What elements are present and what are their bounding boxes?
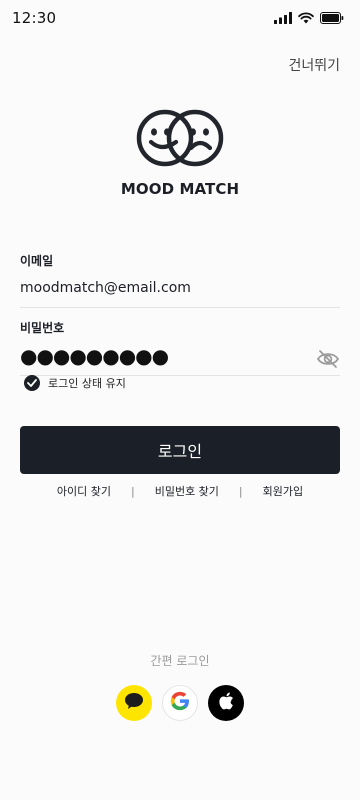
social-login-row: [0, 685, 360, 721]
checkmark-icon: [24, 375, 40, 391]
link-separator: |: [238, 484, 243, 498]
remember-login-label: 로그인 상태 유지: [48, 377, 126, 390]
email-field-group: 이메일: [20, 252, 340, 308]
status-icons: [274, 12, 344, 24]
brand-name: MOOD MATCH: [120, 180, 240, 198]
email-underline: [20, 307, 340, 308]
link-separator: |: [130, 484, 135, 498]
status-time: 12:30: [12, 9, 57, 27]
email-label: 이메일: [20, 254, 54, 268]
brand-logo: MOOD MATCH: [0, 108, 360, 198]
apple-icon: [218, 692, 234, 714]
find-password-link[interactable]: 비밀번호 찾기: [155, 483, 219, 499]
wifi-icon: [298, 12, 314, 24]
easy-login-label: 간편 로그인: [150, 654, 210, 668]
battery-icon: [320, 12, 344, 24]
sign-up-link[interactable]: 회원가입: [263, 483, 303, 499]
remember-login-checkbox[interactable]: 로그인 상태 유지: [24, 375, 126, 391]
signal-icon: [274, 12, 292, 24]
status-bar: 12:30: [0, 0, 360, 36]
account-links: 아이디 찾기 | 비밀번호 찾기 | 회원가입: [0, 483, 360, 499]
password-label: 비밀번호: [20, 321, 65, 335]
password-field[interactable]: ●●●●●●●●●: [20, 344, 340, 373]
email-field[interactable]: [20, 278, 340, 298]
skip-button[interactable]: 건너뛰기: [288, 55, 340, 75]
apple-login-button[interactable]: [208, 685, 244, 721]
kakao-icon: [124, 692, 144, 714]
password-value: ●●●●●●●●●: [20, 344, 169, 368]
kakao-login-button[interactable]: [116, 685, 152, 721]
login-button[interactable]: 로그인: [20, 426, 340, 474]
mood-faces-logo-icon: [136, 108, 224, 172]
google-icon: [169, 690, 191, 716]
eye-off-icon[interactable]: [316, 349, 340, 373]
google-login-button[interactable]: [162, 685, 198, 721]
find-id-link[interactable]: 아이디 찾기: [57, 483, 111, 499]
password-field-group: 비밀번호 ●●●●●●●●●: [20, 319, 340, 376]
